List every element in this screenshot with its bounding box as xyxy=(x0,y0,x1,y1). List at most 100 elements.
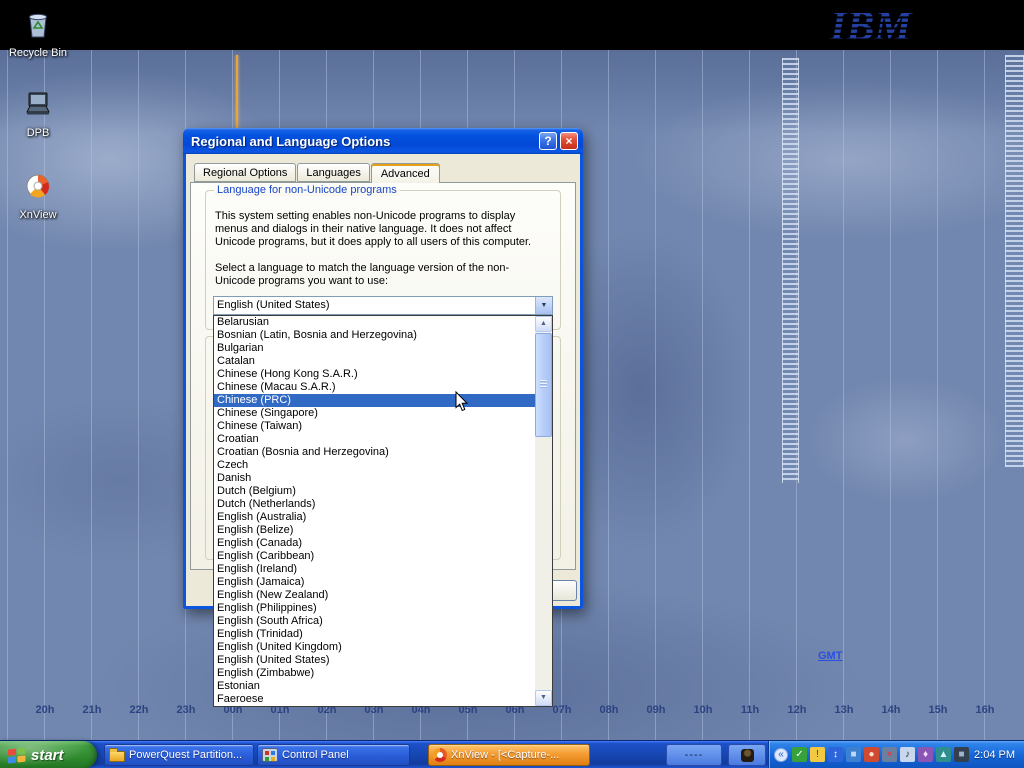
titlebar-buttons: ? × xyxy=(539,132,578,150)
tab-regional-options[interactable]: Regional Options xyxy=(194,163,296,182)
recycle-bin-icon xyxy=(22,6,54,40)
description-text-2: Select a language to match the language … xyxy=(215,262,549,288)
desktop-icon-dpb[interactable]: DPB xyxy=(2,88,74,139)
dropdown-item[interactable]: Croatian (Bosnia and Herzegovina) xyxy=(214,446,535,459)
hide-icons-chevron[interactable]: « xyxy=(774,748,788,762)
taskbar-item[interactable]: Control Panel xyxy=(257,744,410,766)
system-tray: « ✓!↕■●×♪♦▲■ 2:04 PM xyxy=(768,741,1024,768)
taskbar-item[interactable]: PowerQuest Partition... xyxy=(104,744,254,766)
tray-icon[interactable]: ■ xyxy=(846,747,861,762)
tray-icon[interactable]: ♪ xyxy=(900,747,915,762)
taskbar: start PowerQuest Partition... Control Pa… xyxy=(0,740,1024,768)
timezone-label: 21h xyxy=(74,704,110,716)
tab-languages[interactable]: Languages xyxy=(297,163,369,182)
taskbar-item-icon xyxy=(109,751,125,762)
description-text-1: This system setting enables non-Unicode … xyxy=(215,210,547,249)
dropdown-item[interactable]: Chinese (Taiwan) xyxy=(214,420,535,433)
desktop-icon-xnview[interactable]: XnView xyxy=(2,170,74,221)
timezone-label: 20h xyxy=(27,704,63,716)
taskbar-misc-icon-segment[interactable] xyxy=(728,744,766,766)
timezone-label: 11h xyxy=(732,704,768,716)
start-button[interactable]: start xyxy=(0,741,97,768)
dropdown-item[interactable]: English (Zimbabwe) xyxy=(214,667,535,680)
timezone-label: 08h xyxy=(591,704,627,716)
scroll-up-icon[interactable]: ▲ xyxy=(535,316,552,332)
dropdown-item[interactable]: Croatian xyxy=(214,433,535,446)
language-dropdown-list: ▲ ▼ Belarusian Bosnian (Latin, Bosnia an… xyxy=(213,315,553,707)
taskbar-item-icon xyxy=(433,748,447,762)
dialog-titlebar[interactable]: Regional and Language Options ? × xyxy=(183,128,583,154)
dropdown-item[interactable]: English (Ireland) xyxy=(214,563,535,576)
tray-icon[interactable]: × xyxy=(882,747,897,762)
taskbar-clock[interactable]: 2:04 PM xyxy=(974,749,1015,761)
combobox-value: English (United States) xyxy=(214,297,535,314)
xnview-icon xyxy=(22,170,54,202)
scrollbar-thumb[interactable] xyxy=(535,333,552,437)
timezone-label: 12h xyxy=(779,704,815,716)
dropdown-item[interactable]: Chinese (Hong Kong S.A.R.) xyxy=(214,368,535,381)
dropdown-item[interactable]: Bosnian (Latin, Bosnia and Herzegovina) xyxy=(214,329,535,342)
dropdown-item[interactable]: English (Canada) xyxy=(214,537,535,550)
windows-flag-icon xyxy=(7,746,27,764)
dropdown-item[interactable]: Dutch (Netherlands) xyxy=(214,498,535,511)
dropdown-item[interactable]: Dutch (Belgium) xyxy=(214,485,535,498)
timezone-label: 09h xyxy=(638,704,674,716)
tray-icons: ✓!↕■●×♪♦▲■ xyxy=(792,747,969,762)
laptop-icon xyxy=(22,88,54,120)
desktop-icon-recycle-bin[interactable]: Recycle Bin xyxy=(2,6,74,59)
dropdown-scrollbar[interactable]: ▲ ▼ xyxy=(535,316,552,706)
timezone-label: 14h xyxy=(873,704,909,716)
dropdown-item[interactable]: Chinese (Singapore) xyxy=(214,407,535,420)
taskbar-misc-icon xyxy=(741,749,754,762)
dropdown-item[interactable]: English (Philippines) xyxy=(214,602,535,615)
tray-icon[interactable]: ● xyxy=(864,747,879,762)
dropdown-item[interactable]: Estonian xyxy=(214,680,535,693)
taskbar-item-icon xyxy=(262,748,278,762)
tray-icon[interactable]: ♦ xyxy=(918,747,933,762)
dropdown-item[interactable]: English (United Kingdom) xyxy=(214,641,535,654)
dropdown-item[interactable]: English (Caribbean) xyxy=(214,550,535,563)
dropdown-item[interactable]: Faeroese xyxy=(214,693,535,706)
taskbar-misc-segment[interactable]: ---- xyxy=(666,744,722,766)
dropdown-item[interactable]: Chinese (PRC) xyxy=(214,394,535,407)
dropdown-item[interactable]: English (Jamaica) xyxy=(214,576,535,589)
tray-icon[interactable]: ↕ xyxy=(828,747,843,762)
dropdown-item[interactable]: English (Trinidad) xyxy=(214,628,535,641)
tray-icon[interactable]: ✓ xyxy=(792,747,807,762)
dropdown-item[interactable]: English (South Africa) xyxy=(214,615,535,628)
tray-icon[interactable]: ▲ xyxy=(936,747,951,762)
timezone-label: 13h xyxy=(826,704,862,716)
desktop-icon-label: XnView xyxy=(2,209,74,221)
timezone-label: 15h xyxy=(920,704,956,716)
timezone-label: 23h xyxy=(168,704,204,716)
dropdown-item[interactable]: Belarusian xyxy=(214,316,535,329)
dropdown-item[interactable]: English (Australia) xyxy=(214,511,535,524)
help-button[interactable]: ? xyxy=(539,132,557,150)
combobox-dropdown-icon[interactable]: ▼ xyxy=(535,297,552,314)
dropdown-item[interactable]: English (United States) xyxy=(214,654,535,667)
taskbar-item[interactable]: XnView - [<Capture-... xyxy=(428,744,590,766)
scroll-down-icon[interactable]: ▼ xyxy=(535,690,552,706)
taskbar-item-label: Control Panel xyxy=(282,749,349,761)
dialog-title: Regional and Language Options xyxy=(191,134,390,149)
language-combobox[interactable]: English (United States) ▼ xyxy=(213,296,553,315)
tab-advanced[interactable]: Advanced xyxy=(371,163,440,183)
tray-icon[interactable]: ! xyxy=(810,747,825,762)
dropdown-item[interactable]: English (Belize) xyxy=(214,524,535,537)
taskbar-items: PowerQuest Partition... Control Panel Xn… xyxy=(104,744,590,766)
timezone-label: 22h xyxy=(121,704,157,716)
dropdown-item[interactable]: Chinese (Macau S.A.R.) xyxy=(214,381,535,394)
dropdown-item[interactable]: Danish xyxy=(214,472,535,485)
timezone-label: 10h xyxy=(685,704,721,716)
dropdown-item[interactable]: Czech xyxy=(214,459,535,472)
dropdown-item[interactable]: Bulgarian xyxy=(214,342,535,355)
tray-icon[interactable]: ■ xyxy=(954,747,969,762)
group-title: Language for non-Unicode programs xyxy=(214,184,400,196)
desktop-icon-label: Recycle Bin xyxy=(2,47,74,59)
timezone-label: 16h xyxy=(967,704,1003,716)
dropdown-item[interactable]: English (New Zealand) xyxy=(214,589,535,602)
dropdown-item[interactable]: Catalan xyxy=(214,355,535,368)
desktop-icon-label: DPB xyxy=(2,127,74,139)
close-button[interactable]: × xyxy=(560,132,578,150)
desktop: IBM 20h21h22h23h00h01h02h03h04h05h06h07h… xyxy=(0,0,1024,768)
